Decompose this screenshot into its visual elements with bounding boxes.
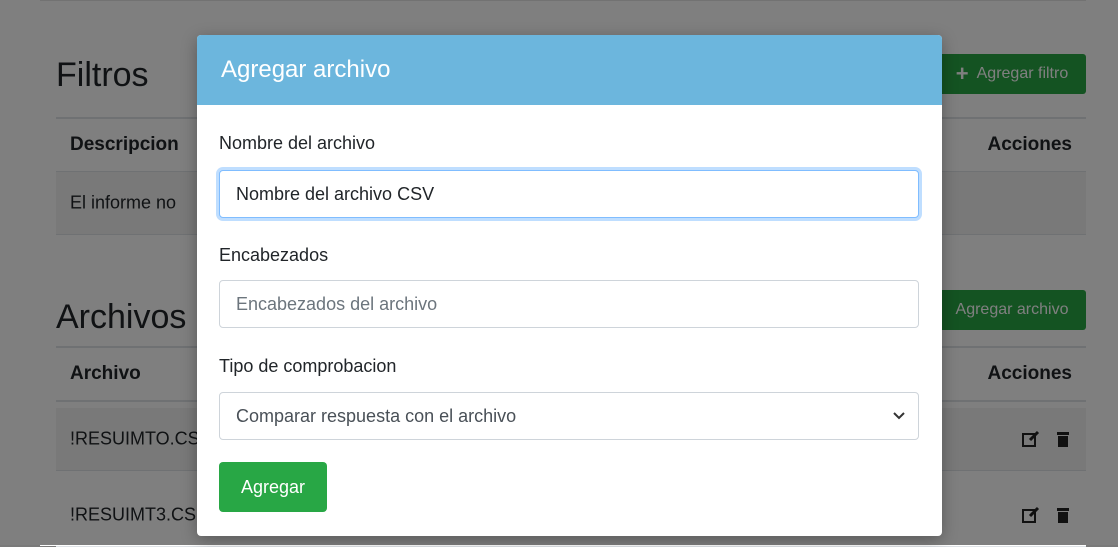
- file-name-input[interactable]: Nombre del archivo CSV: [219, 170, 919, 218]
- headers-input[interactable]: Encabezados del archivo: [219, 280, 919, 328]
- modal-header: Agregar archivo: [197, 35, 942, 105]
- add-file-modal: Agregar archivo Nombre del archivo Nombr…: [197, 35, 942, 536]
- check-type-selected: Comparar respuesta con el archivo: [236, 405, 517, 426]
- submit-button[interactable]: Agregar: [219, 462, 327, 512]
- check-type-select[interactable]: Comparar respuesta con el archivo: [219, 392, 919, 440]
- chevron-down-icon: [893, 412, 905, 420]
- check-type-label: Tipo de comprobacion: [219, 356, 397, 376]
- modal-title: Agregar archivo: [221, 56, 391, 83]
- headers-label: Encabezados: [219, 245, 329, 265]
- file-name-label: Nombre del archivo: [219, 133, 376, 153]
